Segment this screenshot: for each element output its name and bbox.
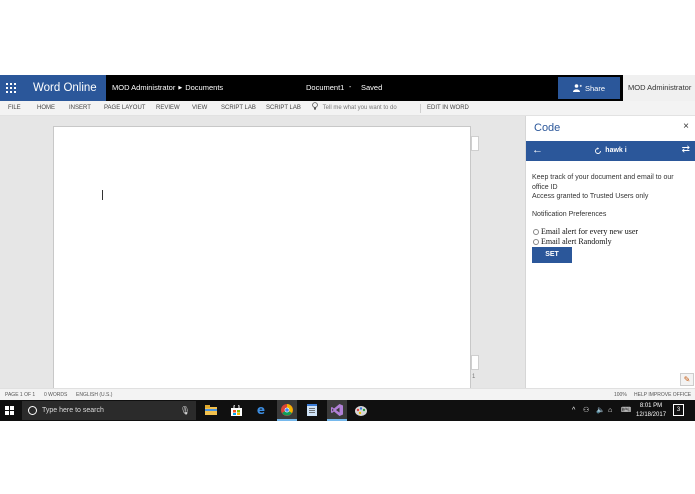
pane-title: Code: [534, 122, 561, 134]
title-bar: Word Online MOD Administrator ▶ Document…: [0, 75, 695, 101]
share-label: Share: [584, 83, 605, 93]
chevron-right-icon: ▶: [178, 85, 183, 91]
volume-icon[interactable]: 🔈: [596, 400, 605, 421]
tab-insert[interactable]: INSERT: [69, 101, 91, 116]
taskbar-clock[interactable]: 8:01 PM 12/18/2017: [636, 402, 666, 419]
document-name[interactable]: Document1: [306, 75, 344, 101]
waffle-icon: [6, 83, 16, 93]
description-line-2: Access granted to Trusted Users only: [532, 193, 649, 200]
edit-in-word-button[interactable]: EDIT IN WORD: [427, 101, 469, 116]
network-icon[interactable]: ⌂: [608, 400, 612, 421]
notepad-icon[interactable]: [305, 403, 319, 417]
close-icon[interactable]: ×: [683, 121, 689, 132]
tab-script-lab-2[interactable]: SCRIPT LAB: [266, 101, 301, 116]
radio-new-user[interactable]: [533, 228, 539, 235]
ribbon-divider: [420, 104, 421, 113]
save-status: Saved: [361, 83, 383, 92]
breadcrumb-folder[interactable]: Documents: [185, 75, 223, 101]
page-number: 1: [472, 374, 476, 380]
option-random[interactable]: Email alert Randomly: [533, 237, 612, 246]
notification-count: 3: [676, 407, 681, 413]
addin-title-text: hawk i: [605, 147, 627, 154]
app-name[interactable]: Word Online: [22, 75, 106, 101]
radio-random[interactable]: [533, 238, 539, 245]
text-cursor: [102, 190, 103, 200]
lightbulb-icon: [312, 102, 318, 110]
tab-file[interactable]: FILE: [8, 101, 21, 116]
addin-header: ← hawk i ⇄: [526, 141, 695, 161]
clock-time: 8:01 PM: [639, 403, 663, 409]
microphone-icon[interactable]: 🎙: [180, 401, 190, 420]
set-button[interactable]: SET: [532, 247, 572, 263]
chrome-icon[interactable]: [280, 403, 294, 417]
tab-script-lab-1[interactable]: SCRIPT LAB: [221, 101, 256, 116]
person-add-icon: [572, 84, 582, 92]
document-canvas: 1: [0, 116, 525, 388]
edge-icon[interactable]: e: [254, 403, 268, 417]
search-placeholder: Type here to search: [42, 407, 104, 414]
task-pane: Code × ← hawk i ⇄ Keep track of your doc…: [525, 116, 695, 388]
account-name[interactable]: MOD Administrator: [623, 75, 695, 101]
app-launcher-button[interactable]: [0, 75, 22, 101]
description: Keep track of your document and email to…: [532, 173, 690, 202]
breadcrumb-user[interactable]: MOD Administrator: [112, 75, 175, 101]
option-new-user[interactable]: Email alert for every new user: [533, 227, 638, 236]
addin-settings-icon[interactable]: ✎: [680, 373, 694, 386]
chevron-up-icon[interactable]: ^: [572, 400, 575, 421]
swap-icon[interactable]: ⇄: [682, 143, 690, 157]
cortana-icon: [28, 406, 37, 415]
paint-icon[interactable]: [354, 403, 368, 417]
page-marker-top: [471, 136, 479, 151]
file-explorer-icon[interactable]: [204, 403, 218, 417]
ribbon: FILE HOME INSERT PAGE LAYOUT REVIEW VIEW…: [0, 101, 695, 116]
preferences-heading: Notification Preferences: [532, 211, 607, 218]
visual-studio-icon[interactable]: [330, 403, 344, 417]
windows-start-icon[interactable]: [5, 406, 14, 415]
people-icon[interactable]: ⚇: [583, 400, 589, 421]
store-icon[interactable]: [229, 403, 243, 417]
tell-me-text: Tell me what you want to do: [322, 105, 397, 111]
tell-me-box[interactable]: Tell me what you want to do: [312, 101, 397, 116]
clock-date: 12/18/2017: [636, 411, 667, 418]
status-bar: PAGE 1 OF 1 0 WORDS ENGLISH (U.S.) 100% …: [0, 388, 695, 400]
tab-view[interactable]: VIEW: [192, 101, 207, 116]
breadcrumb: MOD Administrator ▶ Documents: [112, 75, 223, 101]
description-line-1: Keep track of your document and email to…: [532, 174, 674, 191]
refresh-icon[interactable]: [594, 147, 602, 155]
tab-home[interactable]: HOME: [37, 101, 55, 116]
keyboard-icon[interactable]: ⌨: [621, 400, 631, 421]
option-new-user-label: Email alert for every new user: [541, 227, 639, 236]
addin-title: hawk i: [526, 141, 695, 161]
title-separator: -: [349, 84, 352, 91]
notification-center-icon[interactable]: 3: [673, 404, 684, 416]
document-page[interactable]: [53, 126, 471, 388]
taskbar-search-box[interactable]: Type here to search 🎙: [22, 401, 196, 420]
share-button[interactable]: Share: [558, 77, 620, 99]
page-marker-bottom: [471, 355, 479, 370]
option-random-label: Email alert Randomly: [541, 237, 612, 246]
taskbar: Type here to search 🎙 e ^ ⚇ 🔈 ⌂ ⌨ 8:01 P…: [0, 400, 695, 421]
tab-page-layout[interactable]: PAGE LAYOUT: [104, 101, 145, 116]
tab-review[interactable]: REVIEW: [156, 101, 180, 116]
